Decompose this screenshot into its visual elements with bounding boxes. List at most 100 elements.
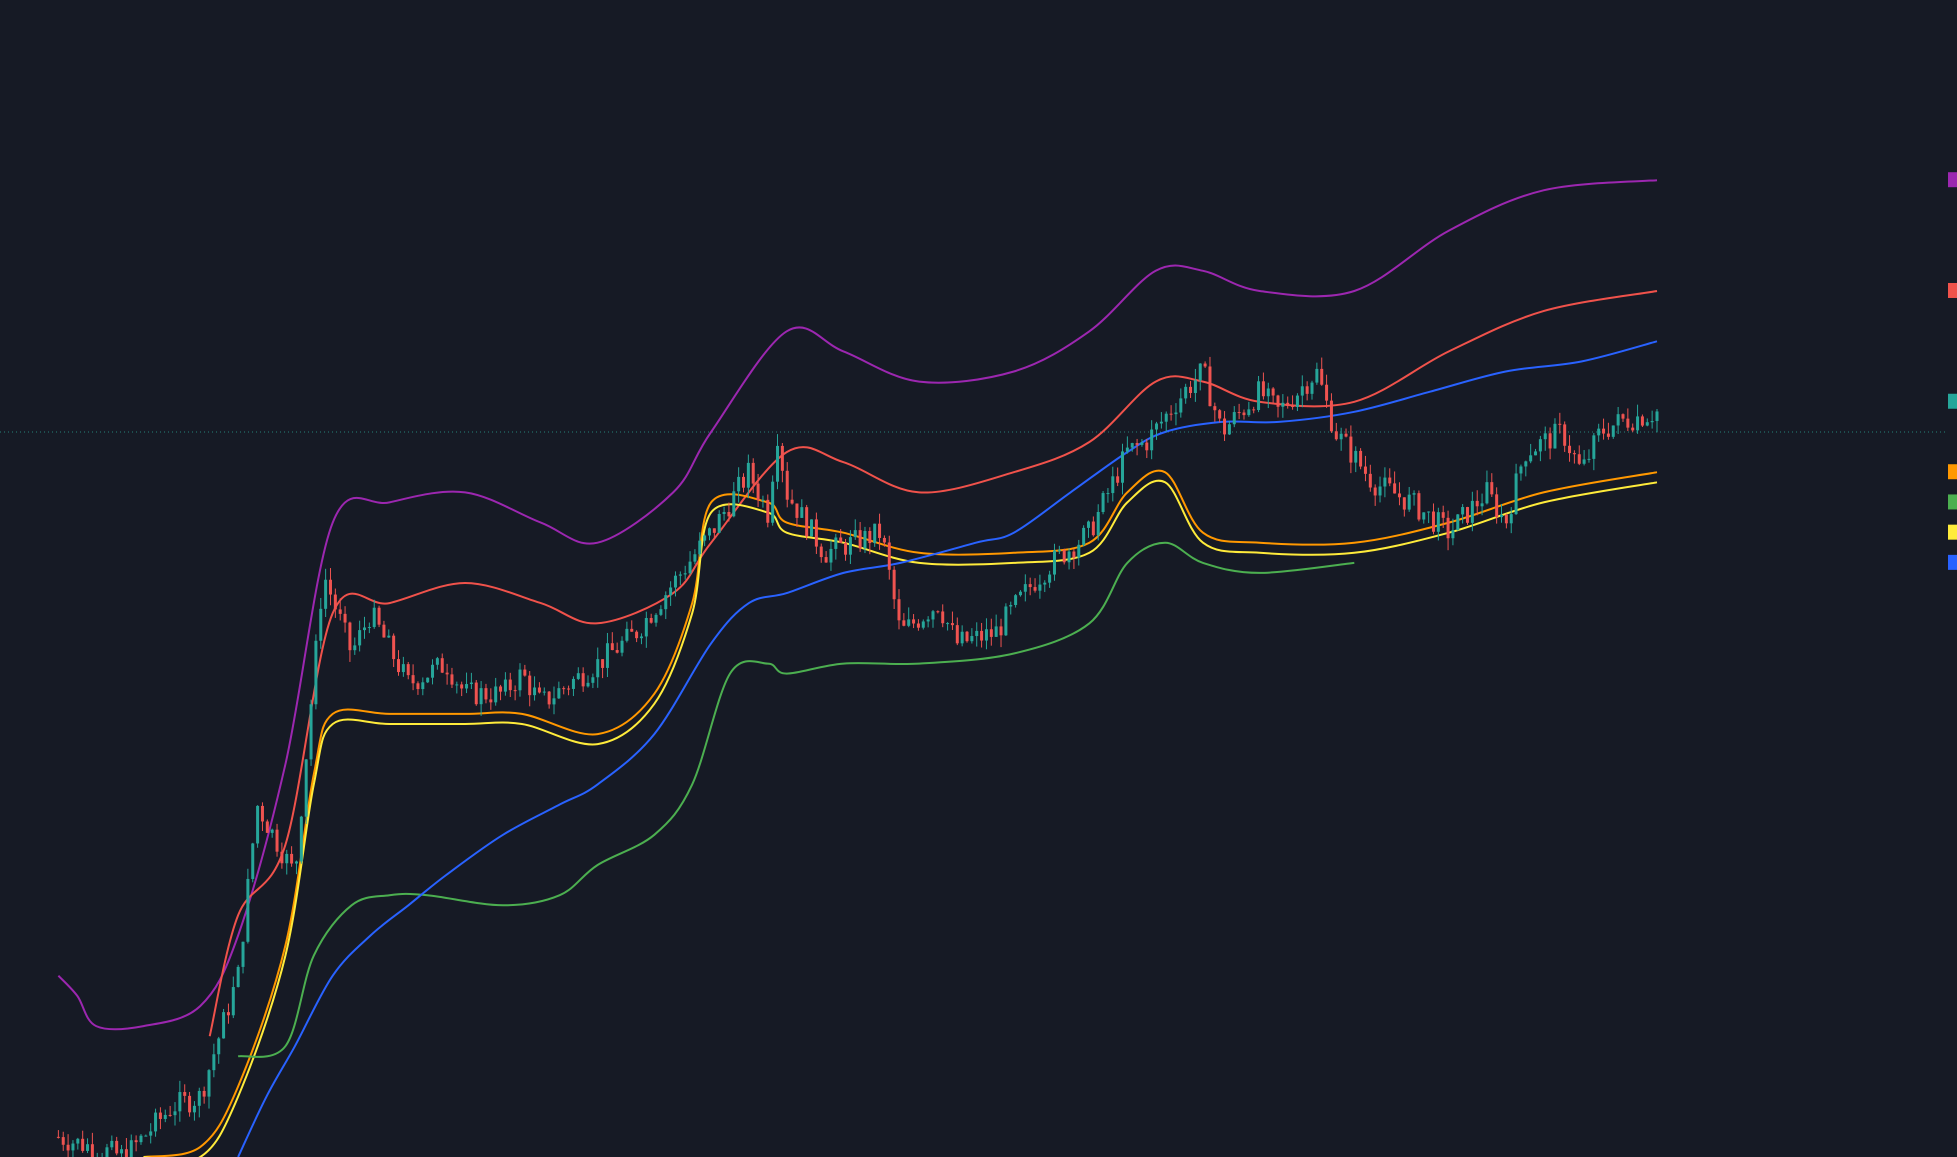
candle-body (460, 684, 464, 689)
candle-body (912, 619, 916, 624)
candle-body (406, 664, 410, 676)
candle-body (154, 1112, 158, 1132)
candle-body (1218, 410, 1222, 419)
candle-body (630, 628, 634, 632)
candle-body (1091, 521, 1095, 536)
candle-body (1636, 416, 1640, 431)
candle-body (946, 623, 950, 625)
candle-body (353, 645, 357, 651)
candle-body (1320, 368, 1324, 385)
candle-body (800, 507, 804, 518)
candle-body (936, 611, 940, 613)
candle-body (649, 618, 653, 623)
candle-body (1315, 368, 1319, 383)
candle-body (659, 609, 663, 615)
candle-body (1237, 412, 1241, 414)
candle-body (955, 625, 959, 644)
candle-body (1125, 447, 1129, 452)
candle-body (1135, 443, 1139, 445)
candle-body (173, 1111, 177, 1116)
candle-body (644, 618, 648, 637)
candle-body (742, 476, 746, 488)
candle-body (168, 1114, 172, 1116)
series-line-band-purple (57, 179, 1658, 1031)
price-scale-swatch (1948, 524, 1957, 540)
candle-body (202, 1090, 206, 1097)
candle-body (591, 677, 595, 683)
candles-group (56, 356, 1659, 1157)
candle-body (217, 1038, 221, 1055)
price-chart[interactable] (0, 0, 1957, 1157)
candle-body (246, 878, 250, 942)
candle-body (144, 1135, 148, 1137)
candle-body (1349, 436, 1353, 463)
candle-body (348, 622, 352, 651)
candle-body (552, 698, 556, 705)
candle-body (693, 554, 697, 562)
candle-body (1631, 427, 1635, 431)
candle-body (212, 1054, 216, 1071)
candle-body (610, 643, 614, 651)
candle-body (1227, 424, 1231, 435)
candle-body (518, 669, 522, 691)
series-line-band-blue (237, 340, 1658, 1157)
candle-body (76, 1138, 80, 1144)
chart-svg[interactable] (0, 0, 1957, 1157)
candle-body (1072, 551, 1076, 558)
candle-body (980, 630, 984, 641)
candle-body (188, 1095, 192, 1113)
candle-body (882, 537, 886, 543)
candle-body (1232, 412, 1236, 425)
candle-body (1286, 402, 1290, 406)
price-scale-swatch (1948, 393, 1957, 409)
candle-body (960, 631, 964, 644)
candle-body (581, 673, 585, 687)
candle-body (139, 1135, 143, 1143)
candle-body (158, 1112, 162, 1119)
candle-body (1655, 411, 1659, 422)
candle-body (1504, 514, 1508, 524)
candle-body (1291, 405, 1295, 408)
price-scale-swatch (1948, 464, 1957, 480)
candle-body (387, 635, 391, 638)
candle-body (858, 530, 862, 549)
candle-body (756, 483, 760, 501)
candle-body (1548, 433, 1552, 449)
candle-body (639, 636, 643, 639)
candle-body (314, 640, 318, 705)
candle-body (489, 699, 493, 703)
candle-body (576, 673, 580, 679)
candle-body (601, 659, 605, 668)
candle-body (1261, 381, 1265, 397)
candle-body (285, 853, 289, 864)
candle-body (1461, 507, 1465, 515)
candle-body (1344, 433, 1348, 437)
price-scale-swatch (1948, 494, 1957, 510)
candle-body (1572, 453, 1576, 455)
candle-body (810, 519, 814, 537)
candle-body (1431, 511, 1435, 532)
candle-body (1018, 591, 1022, 596)
series-line-band-yellow (143, 479, 1658, 1157)
candle-body (1140, 442, 1144, 445)
candle-body (1640, 416, 1644, 426)
candle-body (975, 630, 979, 637)
candle-body (333, 594, 337, 610)
candle-body (1577, 454, 1581, 464)
candle-body (596, 659, 600, 678)
candle-body (703, 535, 707, 541)
candle-body (950, 623, 954, 626)
candle-body (829, 548, 833, 563)
candle-body (819, 546, 823, 558)
candle-body (926, 619, 930, 622)
candle-body (1509, 514, 1513, 524)
candle-body (1295, 395, 1299, 408)
candle-body (790, 499, 794, 504)
candle-body (90, 1144, 94, 1157)
candle-body (1121, 451, 1125, 483)
candle-body (1485, 482, 1489, 504)
candle-body (1339, 433, 1343, 440)
candle-body (1057, 550, 1061, 552)
candle-body (1266, 388, 1270, 397)
candle-body (1514, 473, 1518, 515)
